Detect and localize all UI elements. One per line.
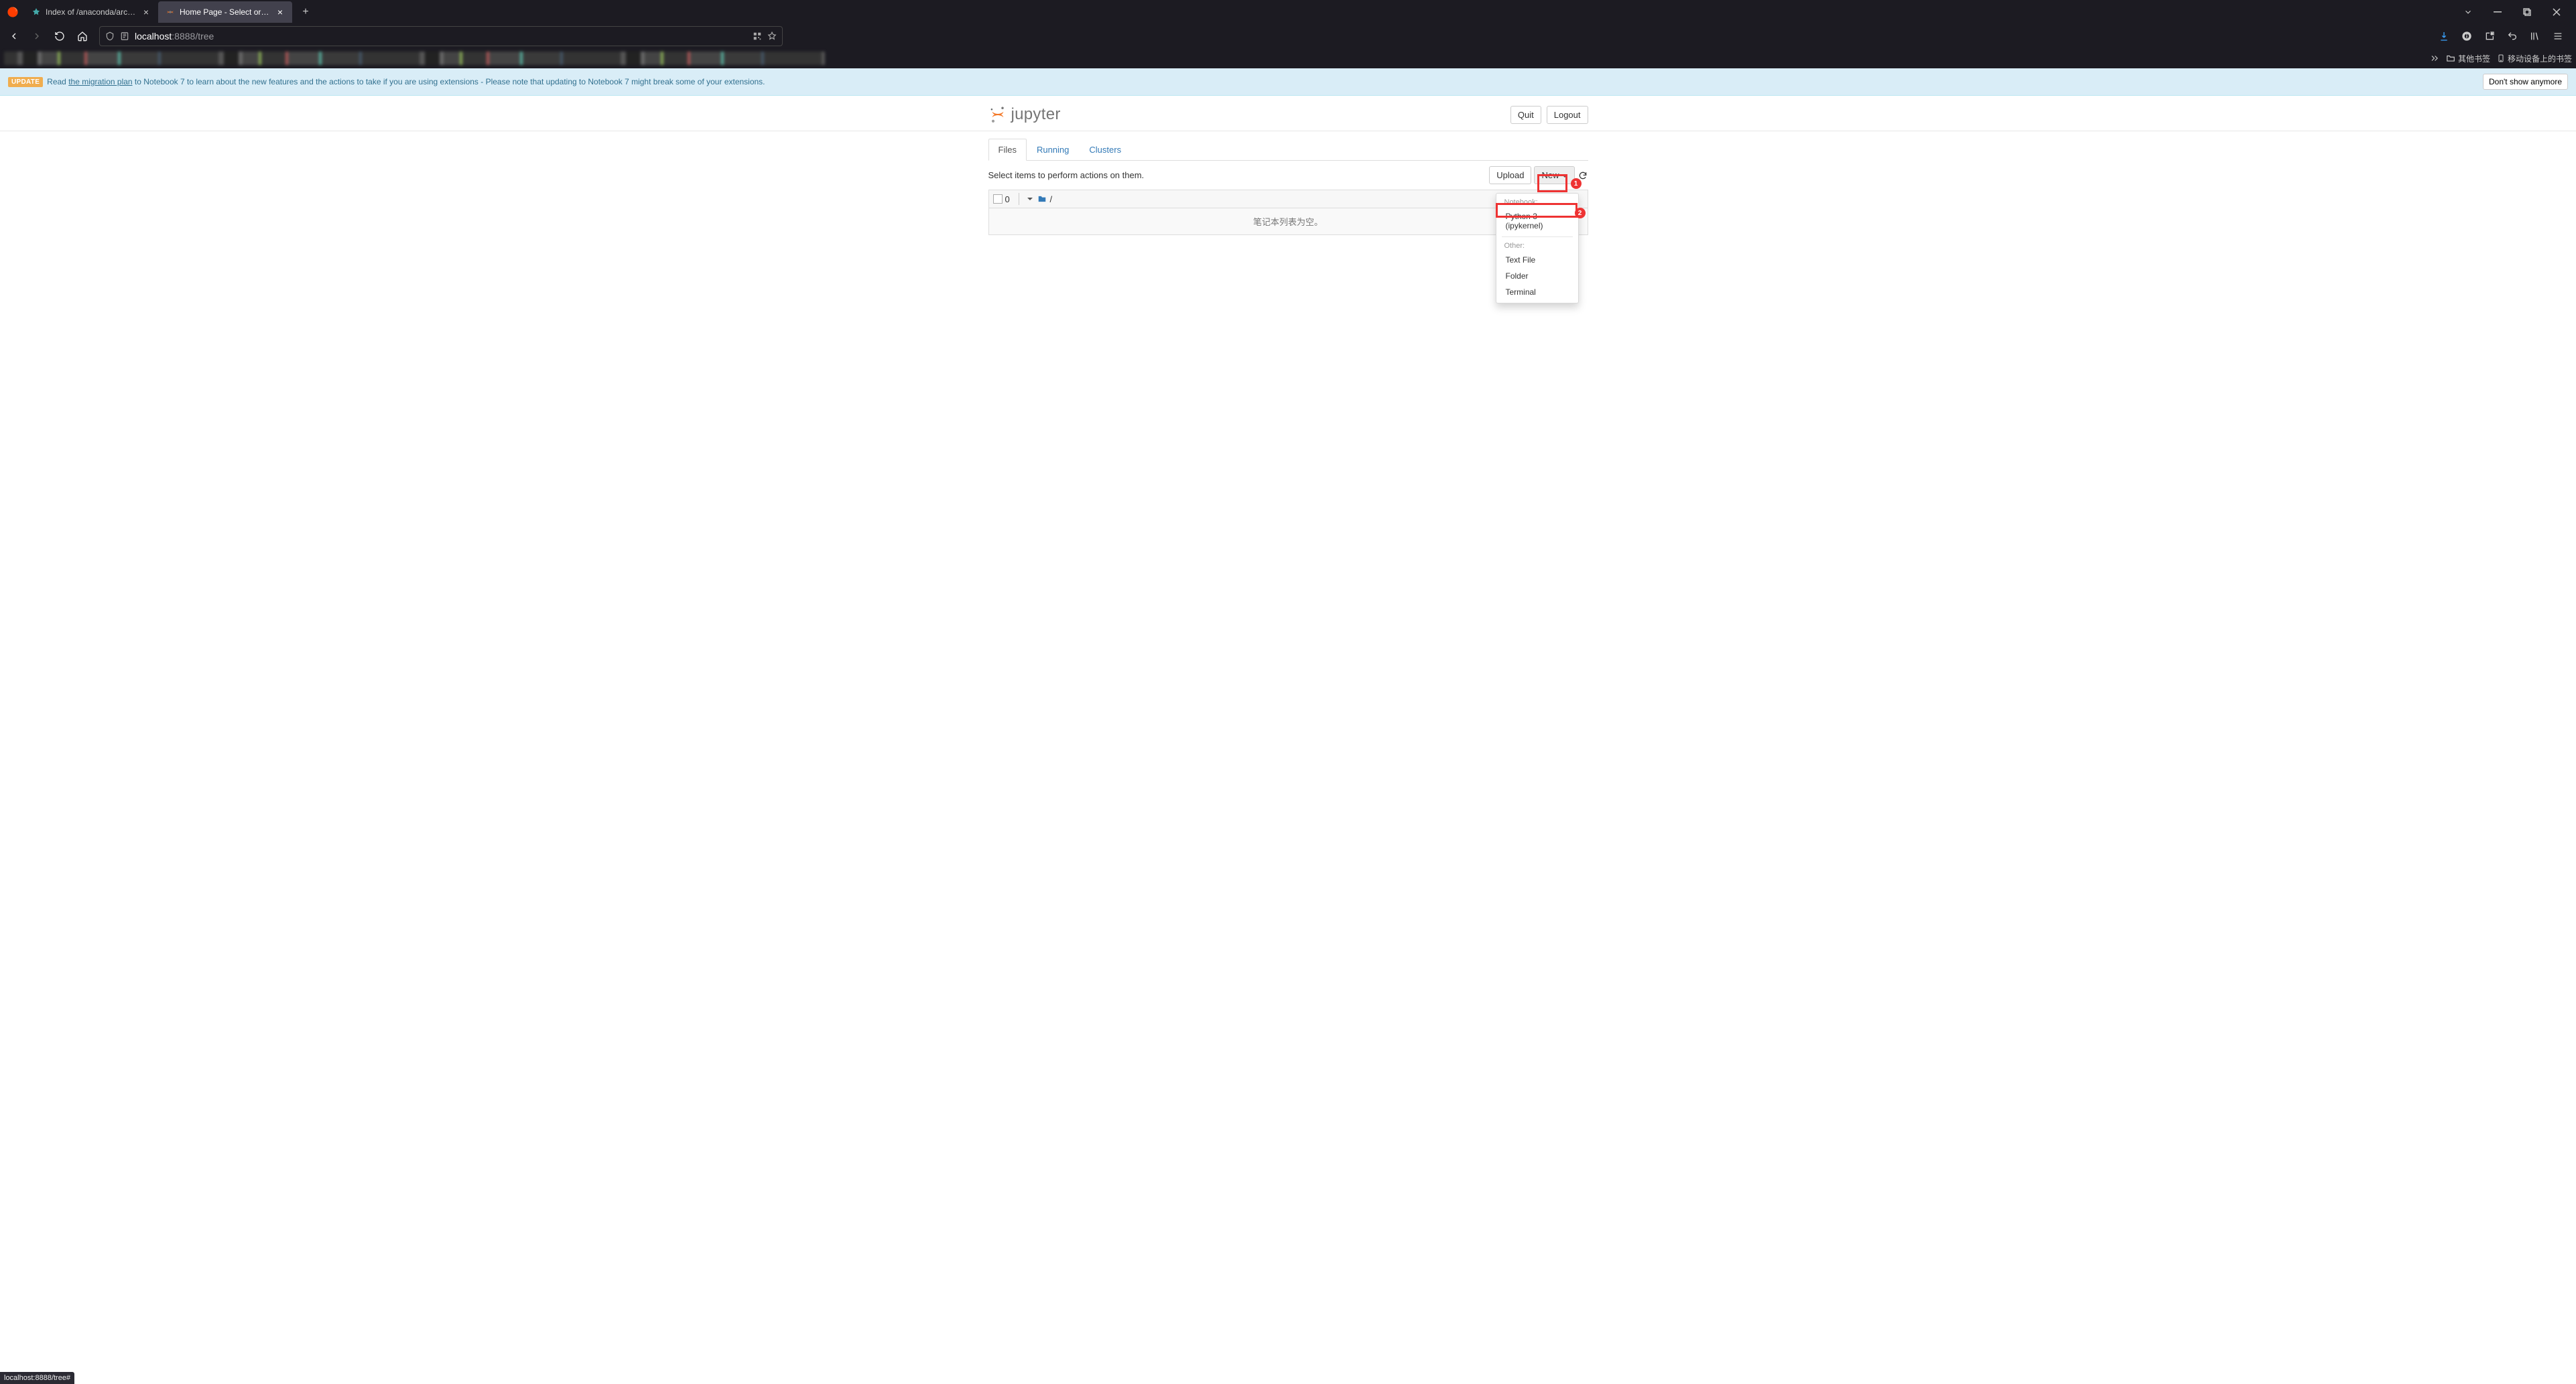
downloads-icon[interactable] (2434, 26, 2454, 46)
status-bar: localhost:8888/tree# (0, 1372, 74, 1384)
browser-tab-title: Index of /anaconda/archive/ (46, 7, 137, 17)
window-minimize-icon[interactable] (2489, 3, 2506, 21)
update-text: Read the migration plan to Notebook 7 to… (47, 77, 765, 86)
dismiss-banner-button[interactable]: Don't show anymore (2483, 74, 2568, 90)
new-button[interactable]: New (1534, 166, 1574, 184)
list-tabs-icon[interactable] (2459, 3, 2477, 21)
nav-home-icon[interactable] (72, 26, 92, 46)
bookmark-label: 移动设备上的书签 (2508, 53, 2572, 64)
window-close-icon[interactable] (2548, 3, 2565, 21)
browser-tab-active[interactable]: Home Page - Select or create × (158, 1, 292, 23)
bookmark-star-icon[interactable] (767, 31, 777, 41)
account-icon[interactable] (2457, 26, 2477, 46)
tab-bar: Index of /anaconda/archive/ × Home Page … (0, 0, 2576, 24)
url-bar[interactable]: localhost:8888/tree (99, 26, 783, 46)
select-dropdown-caret[interactable] (1027, 198, 1033, 200)
nav-bar: localhost:8888/tree (0, 24, 2576, 48)
dropdown-section-other: Other: (1496, 240, 1578, 252)
new-button-label: New (1541, 170, 1559, 180)
toolbar: Select items to perform actions on them.… (988, 161, 1588, 190)
jupyter-tabs: Files Running Clusters (988, 138, 1588, 161)
new-dropdown-menu: Notebook: Python 3 (ipykernel) Other: Te… (1496, 193, 1579, 303)
nav-forward-icon (27, 26, 47, 46)
jupyter-logo-text: jupyter (1011, 105, 1061, 124)
bookmark-folder-other[interactable]: 其他书签 (2446, 53, 2490, 64)
dropdown-section-notebook: Notebook: (1496, 196, 1578, 208)
quit-button[interactable]: Quit (1510, 106, 1541, 124)
new-python3-item[interactable]: Python 3 (ipykernel) (1496, 208, 1578, 234)
jupyter-favicon-icon (165, 7, 176, 17)
jupyter-logo-icon (988, 105, 1007, 124)
upload-button[interactable]: Upload (1489, 166, 1531, 184)
tab-close-icon[interactable]: × (141, 7, 151, 17)
tab-close-icon[interactable]: × (275, 7, 285, 17)
bookmark-bar: 其他书签 移动设备上的书签 (0, 48, 2576, 68)
new-textfile-item[interactable]: Text File (1496, 252, 1578, 268)
browser-tab-title: Home Page - Select or create (180, 7, 271, 17)
page-info-icon[interactable] (120, 31, 129, 41)
bookmarks-overflow-icon[interactable] (2430, 54, 2439, 63)
tab-running[interactable]: Running (1027, 139, 1079, 161)
page-content: UPDATE Read the migration plan to Notebo… (0, 68, 2576, 1371)
extensions-icon[interactable] (2480, 26, 2500, 46)
jupyter-logo[interactable]: jupyter (988, 105, 1061, 124)
qr-icon[interactable] (753, 31, 762, 41)
firefox-icon (7, 6, 19, 18)
app-menu-icon[interactable] (2548, 26, 2568, 46)
tab-clusters[interactable]: Clusters (1079, 139, 1131, 161)
select-all-checkbox[interactable] (993, 194, 1003, 204)
library-icon[interactable] (2525, 26, 2545, 46)
nav-reload-icon[interactable] (50, 26, 70, 46)
tab-favicon-icon (31, 7, 42, 17)
new-terminal-item[interactable]: Terminal (1496, 284, 1578, 300)
url-text: localhost:8888/tree (135, 31, 214, 42)
breadcrumb-root[interactable]: / (1050, 194, 1053, 204)
browser-tab-inactive[interactable]: Index of /anaconda/archive/ × (24, 1, 158, 23)
update-badge: UPDATE (8, 77, 43, 87)
caret-down-icon (1562, 175, 1567, 178)
window-maximize-icon[interactable] (2518, 3, 2536, 21)
selection-count: 0 (1005, 194, 1017, 204)
folder-icon[interactable] (1037, 194, 1047, 204)
update-banner: UPDATE Read the migration plan to Notebo… (0, 68, 2576, 96)
annotation-badge-2: 2 (1575, 208, 1586, 218)
dropdown-divider (1502, 236, 1573, 237)
nav-back-icon[interactable] (4, 26, 24, 46)
annotation-badge-1: 1 (1571, 178, 1582, 189)
tab-files[interactable]: Files (988, 139, 1027, 161)
bookmarks-blurred (4, 52, 825, 65)
bookmark-label: 其他书签 (2458, 53, 2490, 64)
new-folder-item[interactable]: Folder (1496, 268, 1578, 284)
toolbar-hint: Select items to perform actions on them. (988, 170, 1145, 180)
bookmark-folder-mobile[interactable]: 移动设备上的书签 (2497, 53, 2572, 64)
browser-chrome: Index of /anaconda/archive/ × Home Page … (0, 0, 2576, 68)
nav-undo-icon[interactable] (2502, 26, 2522, 46)
shield-icon (105, 31, 115, 41)
logout-button[interactable]: Logout (1547, 106, 1588, 124)
page-header: jupyter Quit Logout (988, 96, 1588, 131)
migration-plan-link[interactable]: the migration plan (68, 77, 132, 86)
new-tab-button[interactable]: + (296, 3, 315, 21)
